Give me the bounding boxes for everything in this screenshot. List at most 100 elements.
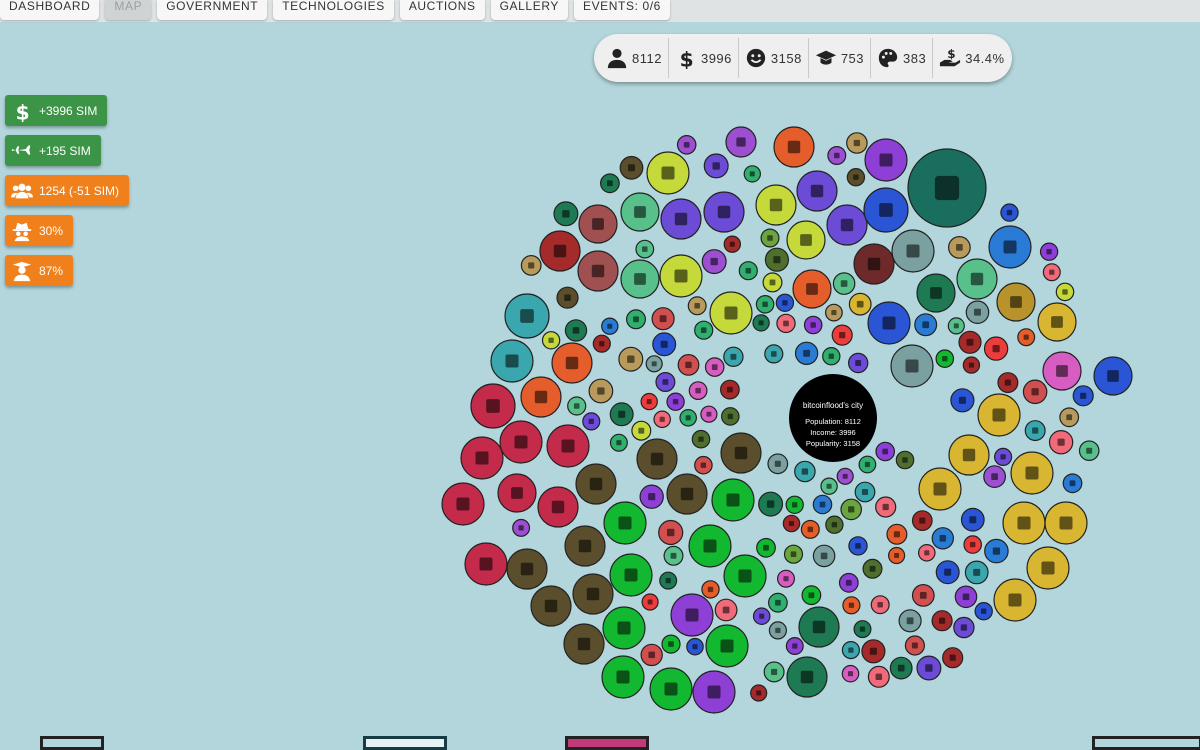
building-icon <box>839 332 846 339</box>
building-icon <box>803 349 811 357</box>
building-icon <box>939 535 947 542</box>
building-icon <box>561 439 575 453</box>
building-icon <box>882 503 889 511</box>
building-icon <box>774 460 781 467</box>
building-icon <box>661 166 675 180</box>
building-icon <box>680 487 694 501</box>
building-icon <box>806 283 818 295</box>
building-icon <box>659 416 665 422</box>
building-icon <box>906 617 914 625</box>
building-icon <box>1023 334 1029 340</box>
city-name: bitcoinflood's city <box>803 401 863 410</box>
building-icon <box>648 493 656 501</box>
building-icon <box>650 452 664 466</box>
building-icon <box>905 359 919 373</box>
building-icon <box>695 387 701 394</box>
building-icon <box>730 353 737 360</box>
building-icon <box>949 654 956 661</box>
building-icon <box>787 140 801 154</box>
building-icon <box>848 602 855 608</box>
building-icon <box>1049 269 1055 275</box>
building-icon <box>969 516 977 524</box>
building-icon <box>826 483 832 489</box>
building-icon <box>551 500 565 514</box>
city-popularity: Popularity: 3158 <box>806 439 860 448</box>
building-icon <box>712 162 720 170</box>
building-icon <box>782 300 788 306</box>
building-icon <box>879 203 893 217</box>
bottom-card[interactable] <box>565 736 649 750</box>
building-icon <box>591 264 605 278</box>
building-icon <box>792 643 798 649</box>
building-icon <box>618 410 626 418</box>
building-icon <box>562 210 570 218</box>
building-icon <box>848 506 855 513</box>
building-icon <box>930 287 942 299</box>
building-icon <box>1032 427 1039 434</box>
building-icon <box>1069 480 1076 487</box>
building-icon <box>810 184 824 198</box>
building-icon <box>759 613 765 619</box>
building-icon <box>724 306 738 320</box>
building-icon <box>544 599 558 613</box>
bottom-card[interactable] <box>1092 736 1200 750</box>
building-icon <box>518 525 524 531</box>
building-icon <box>1003 240 1017 254</box>
building-icon <box>783 576 789 582</box>
building-icon <box>775 627 781 634</box>
building-icon <box>597 387 605 395</box>
building-icon <box>707 685 721 699</box>
city-center[interactable]: bitcoinflood's city Population: 8112 Inc… <box>789 374 877 462</box>
city-bubble-map[interactable]: bitcoinflood's city Population: 8112 Inc… <box>0 0 1200 746</box>
building-icon <box>685 361 692 369</box>
building-icon <box>722 606 730 614</box>
building-icon <box>617 621 631 635</box>
building-icon <box>1008 593 1022 607</box>
building-icon <box>651 361 657 367</box>
building-icon <box>879 153 893 167</box>
building-icon <box>1041 561 1055 575</box>
building-icon <box>922 321 930 329</box>
building-icon <box>589 477 603 491</box>
building-icon <box>627 355 635 363</box>
building-icon <box>853 174 859 180</box>
building-icon <box>1107 370 1119 382</box>
building-icon <box>698 436 704 442</box>
building-icon <box>756 690 762 696</box>
building-icon <box>738 569 752 583</box>
building-icon <box>771 351 777 357</box>
building-icon <box>790 551 797 557</box>
building-icon <box>842 473 848 479</box>
building-icon <box>700 327 707 333</box>
building-icon <box>812 620 826 634</box>
building-icon <box>834 152 840 159</box>
building-icon <box>960 624 968 631</box>
building-icon <box>588 418 594 425</box>
bottom-card[interactable] <box>363 736 447 750</box>
building-icon <box>773 256 781 264</box>
building-icon <box>958 396 966 404</box>
building-icon <box>981 608 987 614</box>
building-icon <box>727 413 733 420</box>
building-icon <box>1051 316 1063 328</box>
building-icon <box>1056 365 1068 377</box>
building-icon <box>668 641 674 647</box>
building-icon <box>882 316 896 330</box>
building-icon <box>968 362 974 368</box>
building-icon <box>828 353 834 359</box>
building-icon <box>767 235 773 241</box>
building-icon <box>1000 454 1006 460</box>
building-icon <box>956 244 963 251</box>
building-icon <box>925 664 933 672</box>
building-icon <box>855 360 862 366</box>
building-icon <box>607 180 613 187</box>
building-icon <box>1010 296 1022 308</box>
building-icon <box>762 301 768 307</box>
building-icon <box>771 668 778 675</box>
building-icon <box>875 673 883 681</box>
building-icon <box>616 670 630 684</box>
bottom-card[interactable] <box>40 736 104 750</box>
building-icon <box>528 262 535 269</box>
building-icon <box>659 315 667 323</box>
building-icon <box>706 411 712 417</box>
